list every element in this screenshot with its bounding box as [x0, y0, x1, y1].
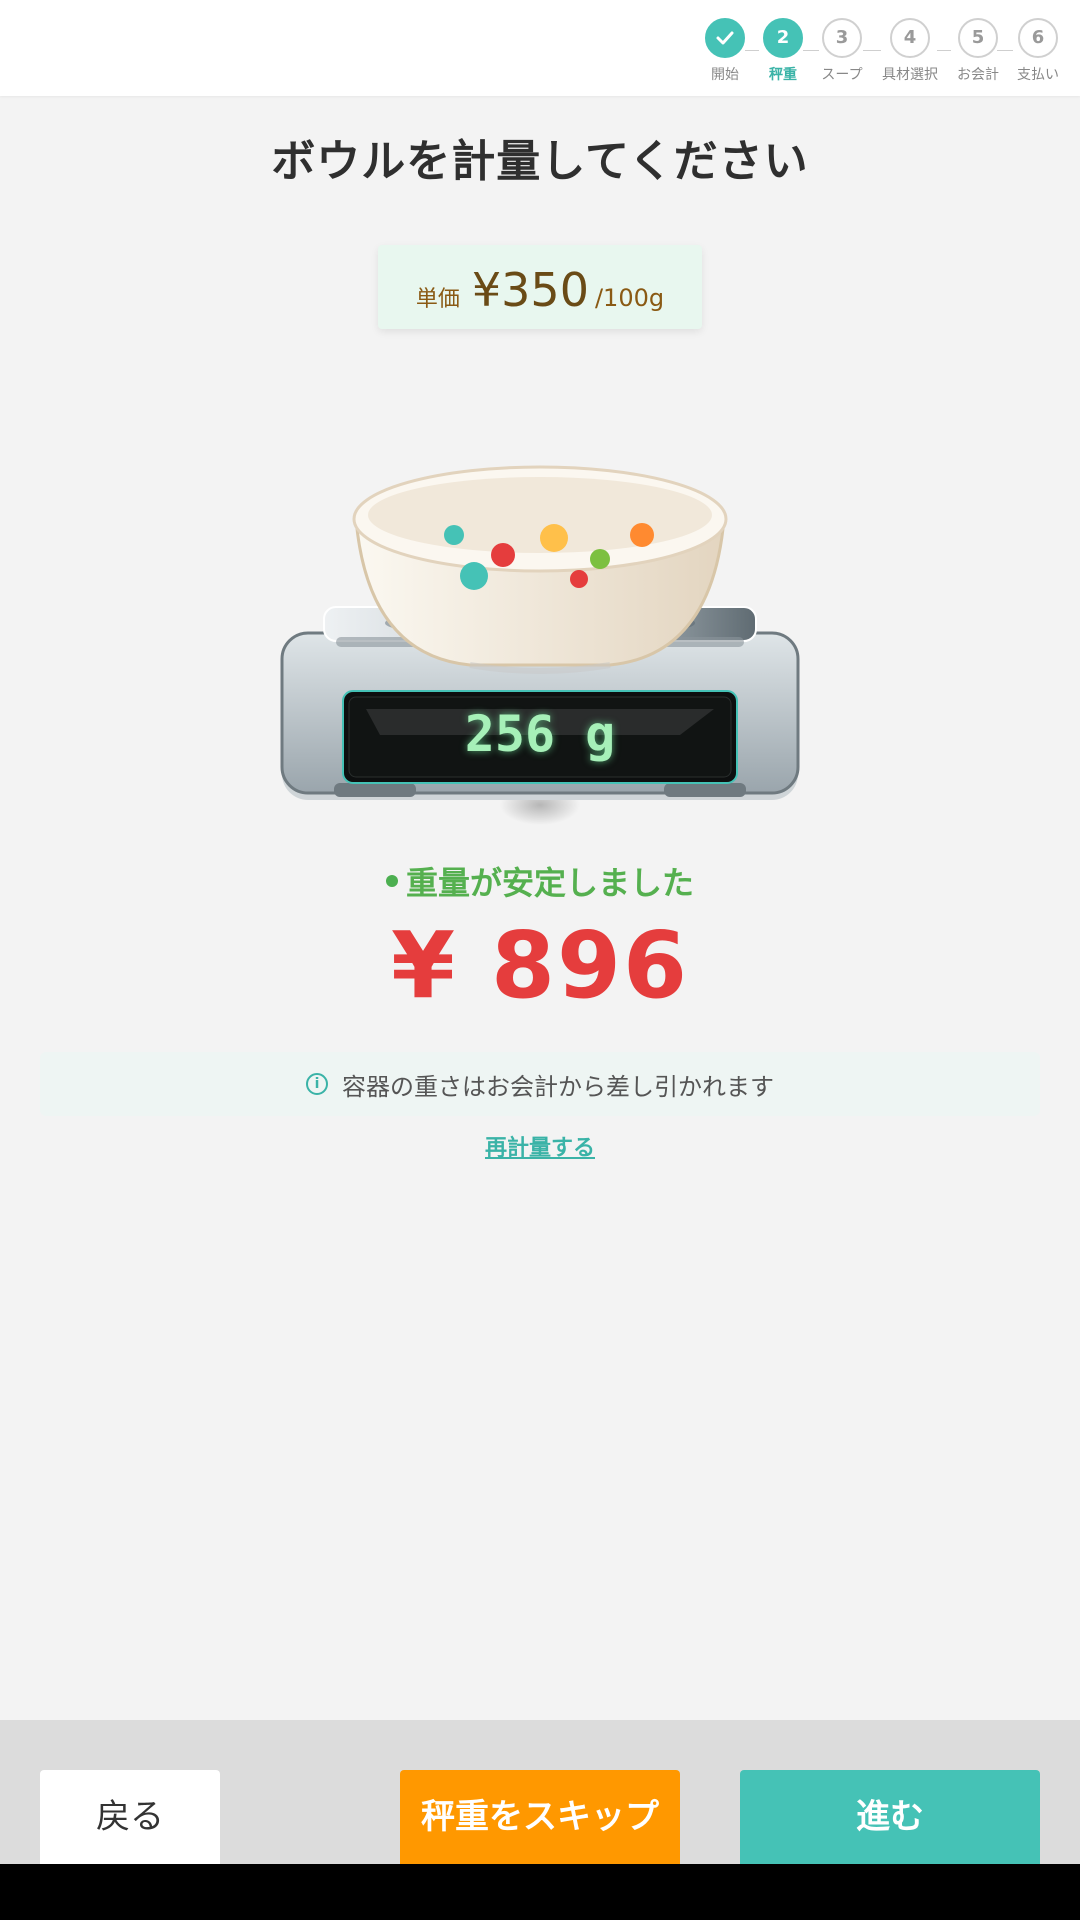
unit-price-per: /100g: [594, 284, 665, 312]
stability-status: 重量が安定しました: [0, 858, 1080, 904]
back-button[interactable]: 戻る: [40, 1770, 220, 1864]
unit-price-value: ¥350: [471, 263, 589, 317]
next-button[interactable]: 進む: [740, 1770, 1040, 1864]
step-connector: [937, 50, 951, 51]
page-title: ボウルを計量してください: [271, 136, 809, 187]
container-weight-note: i 容器の重さはお会計から差し引かれます: [40, 1052, 1040, 1116]
reweigh-link[interactable]: 再計量する: [0, 1130, 1080, 1162]
step-number: 5: [958, 18, 998, 58]
status-text: 重量が安定しました: [405, 864, 694, 902]
check-icon: [705, 18, 745, 58]
step-connector: [803, 50, 819, 51]
unit-price-card: 単価 ¥350 /100g: [378, 245, 702, 329]
step-label: 支払い: [1017, 67, 1059, 83]
step-number: 3: [822, 18, 862, 58]
system-bar: [0, 1864, 1080, 1920]
progress-stepper: 開始 2 秤重 3 スープ 4 具材選択 5 お会計 6 支払い: [0, 0, 1080, 96]
status-dot-icon: [385, 875, 398, 887]
header: 開始 2 秤重 3 スープ 4 具材選択 5 お会計 6 支払い: [0, 0, 1080, 96]
step-connector: [863, 50, 881, 51]
step-number: 2: [763, 18, 803, 58]
scale-illustration: 256 g: [270, 455, 810, 835]
step-connector: [997, 50, 1013, 51]
unit-price-label: 単価: [415, 287, 460, 312]
total-price: ¥ 896: [390, 912, 690, 1019]
step-number: 4: [890, 18, 930, 58]
step-number: 6: [1018, 18, 1058, 58]
step-connector: [745, 50, 759, 51]
note-text: 容器の重さはお会計から差し引かれます: [342, 1072, 774, 1101]
skip-weighing-button[interactable]: 秤重をスキップ: [400, 1770, 680, 1864]
scale-weight-readout: 256 g: [464, 705, 616, 763]
scale-with-bowl-image: [280, 465, 800, 825]
info-icon: i: [306, 1073, 328, 1095]
footer-bar: 戻る 秤重をスキップ 進む: [0, 1720, 1080, 1864]
